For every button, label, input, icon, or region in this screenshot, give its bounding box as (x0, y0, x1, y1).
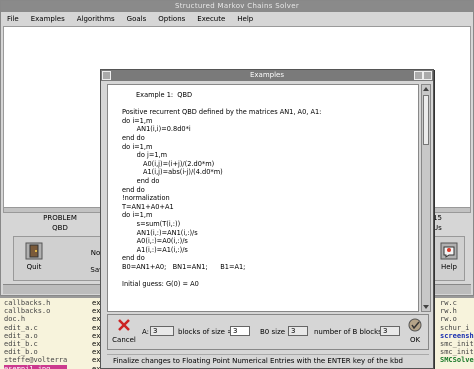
terminal-entry: rw.c (440, 299, 457, 307)
ok-label: OK (409, 336, 421, 344)
number-b-blocks-label: number of B blocks = (314, 328, 390, 336)
parameter-panel: Cancel A: 3 blocks of size = 3 B0 size =… (107, 314, 429, 350)
example-text-line: end do (122, 177, 160, 185)
problem-right-value: Us (433, 224, 442, 232)
problem-label: PROBLEM (43, 214, 77, 222)
example-text-line: T=AN1+A0+A1 (122, 202, 174, 211)
terminal-entry: callbacks.h (4, 299, 51, 307)
scroll-up-icon[interactable] (422, 85, 430, 93)
scroll-thumb[interactable] (423, 95, 429, 145)
ok-button[interactable]: OK (404, 317, 426, 344)
cancel-icon (118, 319, 130, 331)
terminal-entry: schur_i (440, 323, 470, 332)
terminal-entry: edit_a.c (4, 323, 38, 332)
b0-size-field[interactable]: 3 (288, 326, 308, 336)
terminal-entry: rw.o (440, 315, 457, 324)
example-text-line: AN1(i,i)=0.8d0*i (122, 125, 191, 134)
blocks-size-label: blocks of size = (178, 328, 234, 336)
help-button[interactable]: Help (434, 240, 464, 278)
cancel-label: Cancel (112, 336, 136, 344)
cancel-button[interactable]: Cancel (112, 317, 136, 344)
a-blocks-field[interactable]: 3 (150, 326, 174, 336)
menu-bar: File Examples Algorithms Goals Options E… (1, 12, 473, 25)
terminal-entry: rw.h (440, 307, 457, 316)
terminal-entry: callbacks.o (4, 307, 51, 316)
example-text-line: do i=1,m (122, 142, 153, 151)
number-b-blocks-field[interactable]: 3 (380, 326, 400, 336)
menu-examples[interactable]: Examples (31, 15, 65, 23)
dialog-status-text: Finalize changes to Floating Point Numer… (107, 354, 429, 366)
example-text-line: Example 1: QBD (136, 91, 193, 99)
example-text-line: !normalization (122, 194, 170, 203)
terminal-entry: screensh (440, 331, 474, 340)
terminal-file-list-3: rw.c rw.h rw.o schur_i screensh smc_init smc_i… (440, 299, 474, 369)
examples-dialog: Examples Example 1: QBD Positive recurren… (100, 69, 434, 369)
example-text-line: s=sum(T(i,:)) (122, 220, 181, 228)
window-menu-icon[interactable] (102, 71, 111, 80)
terminal-entry: SMCSolve (440, 356, 474, 365)
example-text-line: end do (122, 254, 145, 263)
example-text-line: end do (122, 185, 145, 194)
terminal-entry: smc_init (440, 348, 474, 357)
terminal-entry: edit_b.c (4, 339, 38, 348)
example-text-line: Positive recurrent QBD defined by the ma… (122, 108, 322, 117)
terminal-entry: esempi1.jpg (4, 364, 68, 369)
menu-options[interactable]: Options (158, 15, 185, 23)
minimize-icon[interactable] (414, 71, 423, 80)
terminal-entry: doc.h (4, 315, 26, 324)
menu-help[interactable]: Help (237, 15, 253, 23)
example-text-area[interactable]: Example 1: QBD Positive recurrent QBD def… (107, 84, 419, 312)
example-text-line: Initial guess: G(0) = A0 (122, 280, 199, 289)
terminal-entry: edit_b.o (4, 348, 38, 357)
quit-button[interactable]: Quit (19, 240, 49, 278)
problem-value: QBD (52, 224, 68, 232)
ok-hand-icon (408, 318, 422, 332)
menu-execute[interactable]: Execute (197, 15, 225, 23)
example-text-line: end do (122, 134, 145, 142)
example-text-line: do i=1,m (122, 211, 153, 220)
quit-icon (25, 242, 43, 260)
help-icon (440, 242, 458, 260)
a-label: A: (142, 328, 150, 336)
dialog-vertical-scrollbar[interactable] (421, 84, 431, 312)
menu-file[interactable]: File (7, 15, 19, 23)
maximize-icon[interactable] (423, 71, 432, 80)
terminal-entry: edit_a.o (4, 331, 38, 340)
terminal-entry (440, 365, 474, 369)
example-text-line: do j=1,m (122, 151, 168, 160)
terminal-file-list-1: callbacks.h callbacks.o doc.h edit_a.c edit_… (4, 299, 68, 369)
block-size-field[interactable]: 3 (230, 326, 250, 336)
example-text-line: AN1(i,:)=AN1(i,:)/s (122, 228, 198, 237)
window-title: Structured Markov Chains Solver (1, 1, 473, 12)
example-text-line: A1(i,:)=A1(i,:)/s (122, 245, 188, 254)
example-text-line: A1(i,j)=abs(i-j)/(4.d0*m) (122, 168, 223, 177)
example-text-line: B0=AN1+A0; BN1=AN1; B1=A1; (122, 263, 246, 271)
example-text-line: A0(i,j)=(i+j)/(2.d0*m) (122, 159, 215, 168)
scroll-down-icon[interactable] (422, 303, 430, 311)
terminal-entry: smc_init (440, 339, 474, 348)
example-text-line: A0(i,:)=A0(i,:)/s (122, 237, 188, 246)
menu-goals[interactable]: Goals (127, 15, 147, 23)
menu-algorithms[interactable]: Algorithms (77, 15, 115, 23)
dialog-title: Examples (101, 70, 433, 81)
quit-label: Quit (26, 263, 42, 271)
example-text-line: do i=1,m (122, 116, 153, 125)
problem-right-label: 15 (433, 214, 442, 222)
terminal-entry: steffe@volterra (4, 356, 68, 365)
help-label: Help (441, 263, 457, 271)
